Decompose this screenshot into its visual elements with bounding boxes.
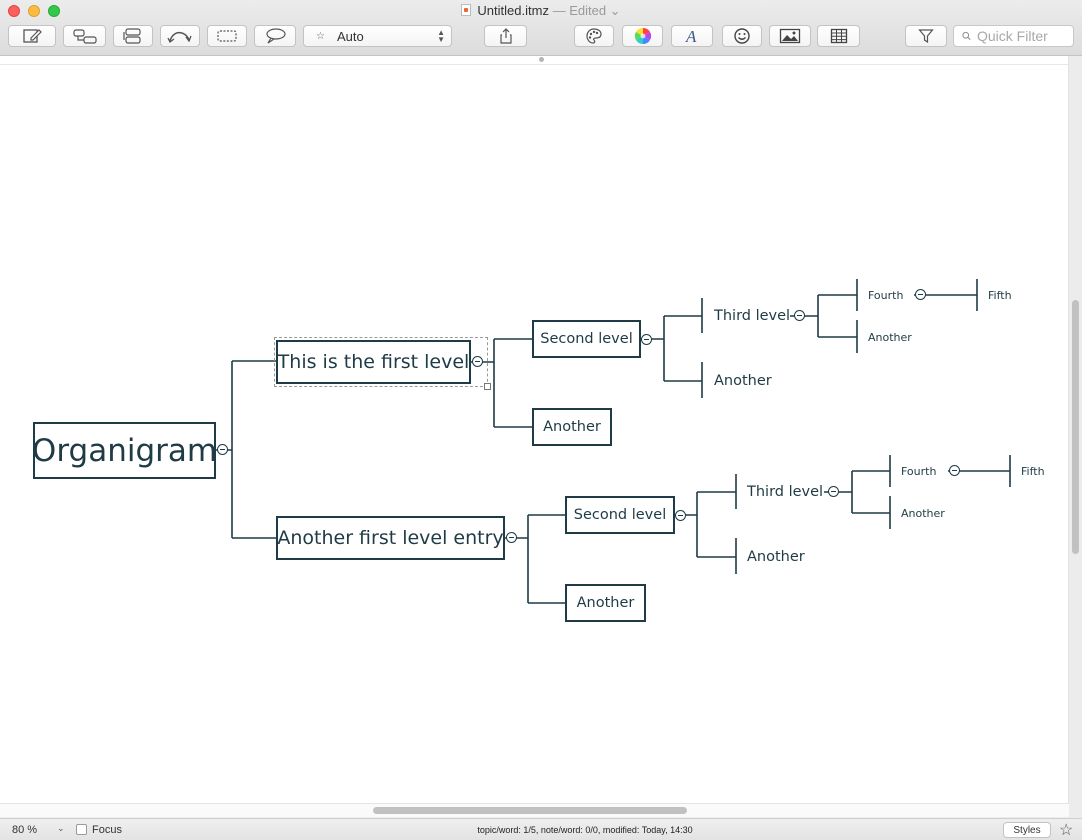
status-bar: 80 % ⌄ Focus topic/word: 1/5, note/word:… xyxy=(0,818,1082,840)
filter-button[interactable] xyxy=(905,25,947,47)
collapse-toggle[interactable] xyxy=(828,486,839,497)
collapse-toggle[interactable] xyxy=(794,310,805,321)
window-toolbar: Untitled.itmz — Edited ⌄ ☆ Auto ▲ ▼ A Qu… xyxy=(0,0,1082,56)
second-level-topic[interactable]: Second level xyxy=(532,320,641,358)
callout-icon xyxy=(266,28,286,44)
fourth-level-topic[interactable]: Another xyxy=(866,328,912,346)
horizontal-scrollbar-track xyxy=(0,803,1069,817)
add-child-topic-button[interactable] xyxy=(63,25,106,47)
fifth-level-topic[interactable]: Fifth xyxy=(1019,462,1045,480)
star-icon: ☆ xyxy=(316,30,325,42)
style-palette-icon xyxy=(586,28,602,44)
fourth-level-topic[interactable]: Fourth xyxy=(899,462,936,480)
fourth-level-topic[interactable]: Another xyxy=(899,504,945,522)
layout-popup-value: Auto xyxy=(336,28,364,44)
color-wheel-button[interactable] xyxy=(622,25,663,47)
horizontal-scrollbar[interactable] xyxy=(373,807,687,814)
third-level-topic[interactable]: Third level xyxy=(711,305,790,327)
central-topic[interactable]: Organigram xyxy=(32,422,217,479)
collapse-toggle[interactable] xyxy=(472,356,483,367)
font-icon: A xyxy=(685,27,697,45)
quick-filter-field[interactable] xyxy=(953,25,1074,47)
table-icon xyxy=(830,28,847,44)
emoji-button[interactable] xyxy=(722,25,762,47)
favorite-star-icon[interactable]: ☆ xyxy=(1059,820,1073,840)
second-level-topic[interactable]: Second level xyxy=(565,496,675,534)
share-button[interactable] xyxy=(484,25,527,47)
add-sibling-topic-button[interactable] xyxy=(113,25,153,47)
styles-button[interactable]: Styles xyxy=(1003,822,1051,838)
collapse-toggle[interactable] xyxy=(915,289,926,300)
relationship-button[interactable] xyxy=(160,25,200,47)
image-button[interactable] xyxy=(769,25,811,47)
document-icon xyxy=(461,4,472,16)
boundary-button[interactable] xyxy=(207,25,247,47)
relationship-icon xyxy=(167,31,192,43)
updown-chevron-icon: ▲ ▼ xyxy=(437,28,445,44)
third-level-topic[interactable]: Third level xyxy=(745,481,823,503)
add-sibling-topic-icon xyxy=(123,28,141,44)
collapse-toggle[interactable] xyxy=(675,510,686,521)
callout-button[interactable] xyxy=(254,25,296,47)
boundary-icon xyxy=(217,30,237,42)
new-note-button[interactable] xyxy=(8,25,56,47)
edited-indicator[interactable]: — Edited ⌄ xyxy=(553,3,621,18)
filter-icon xyxy=(918,29,934,44)
collapse-toggle[interactable] xyxy=(641,334,652,345)
share-icon xyxy=(499,28,512,44)
third-level-topic[interactable]: Another xyxy=(745,546,805,568)
font-button[interactable]: A xyxy=(671,25,713,47)
table-button[interactable] xyxy=(817,25,860,47)
color-wheel-icon xyxy=(634,27,651,45)
svg-text:A: A xyxy=(685,27,697,45)
resize-handle[interactable] xyxy=(484,383,491,390)
style-palette-button[interactable] xyxy=(574,25,614,47)
collapse-toggle[interactable] xyxy=(949,465,960,476)
document-name: Untitled.itmz xyxy=(477,3,549,18)
quick-filter-input[interactable] xyxy=(977,28,1073,44)
map-canvas[interactable]: Organigram This is the first level Secon… xyxy=(0,56,1069,803)
second-level-topic[interactable]: Another xyxy=(565,584,646,622)
vertical-scrollbar[interactable] xyxy=(1072,300,1079,554)
new-note-icon xyxy=(23,29,42,43)
emoji-icon xyxy=(734,28,750,44)
first-level-topic[interactable]: This is the first level xyxy=(276,340,471,384)
third-level-topic[interactable]: Another xyxy=(711,370,772,392)
document-stats: topic/word: 1/5, note/word: 0/0, modifie… xyxy=(477,825,693,835)
fifth-level-topic[interactable]: Fifth xyxy=(986,286,1012,304)
layout-popup[interactable]: ☆ Auto ▲ ▼ xyxy=(303,25,452,47)
search-icon xyxy=(962,31,971,41)
window-title: Untitled.itmz — Edited ⌄ xyxy=(0,3,1082,19)
add-child-topic-icon xyxy=(72,29,97,44)
fourth-level-topic[interactable]: Fourth xyxy=(866,286,903,304)
image-icon xyxy=(779,28,801,44)
mind-map: Organigram This is the first level Secon… xyxy=(0,56,1068,803)
collapse-toggle[interactable] xyxy=(506,532,517,543)
second-level-topic[interactable]: Another xyxy=(532,408,612,446)
collapse-toggle[interactable] xyxy=(217,444,228,455)
first-level-topic[interactable]: Another first level entry xyxy=(276,516,505,560)
